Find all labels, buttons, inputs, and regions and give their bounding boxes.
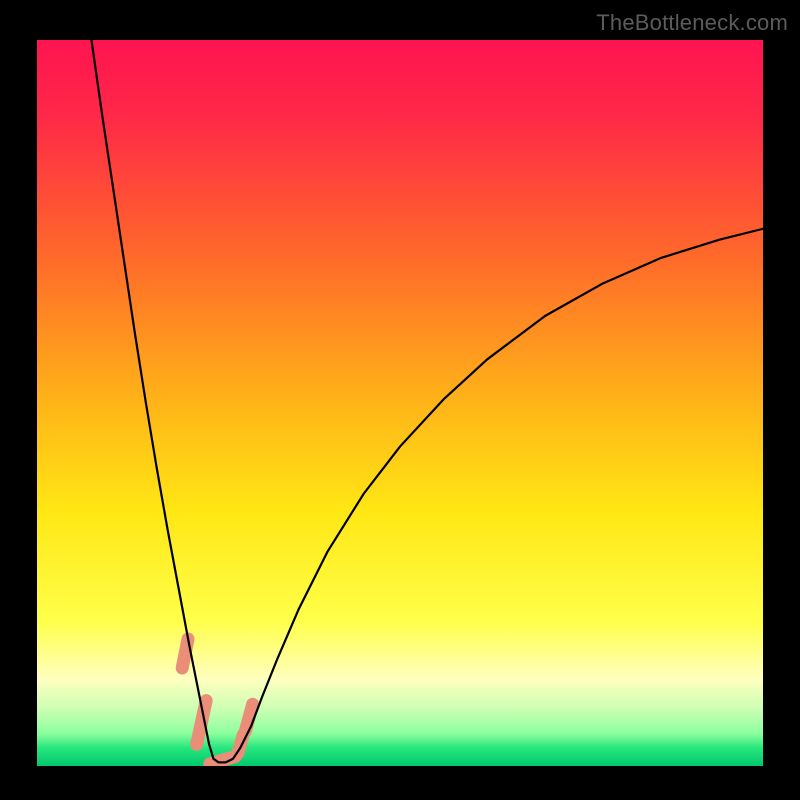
marker-left-upper [182,639,188,668]
curve-layer [37,40,763,766]
plot-area [37,40,763,766]
watermark-text: TheBottleneck.com [596,10,788,36]
outer-frame: TheBottleneck.com [0,0,800,800]
bottleneck-curve [91,40,763,762]
